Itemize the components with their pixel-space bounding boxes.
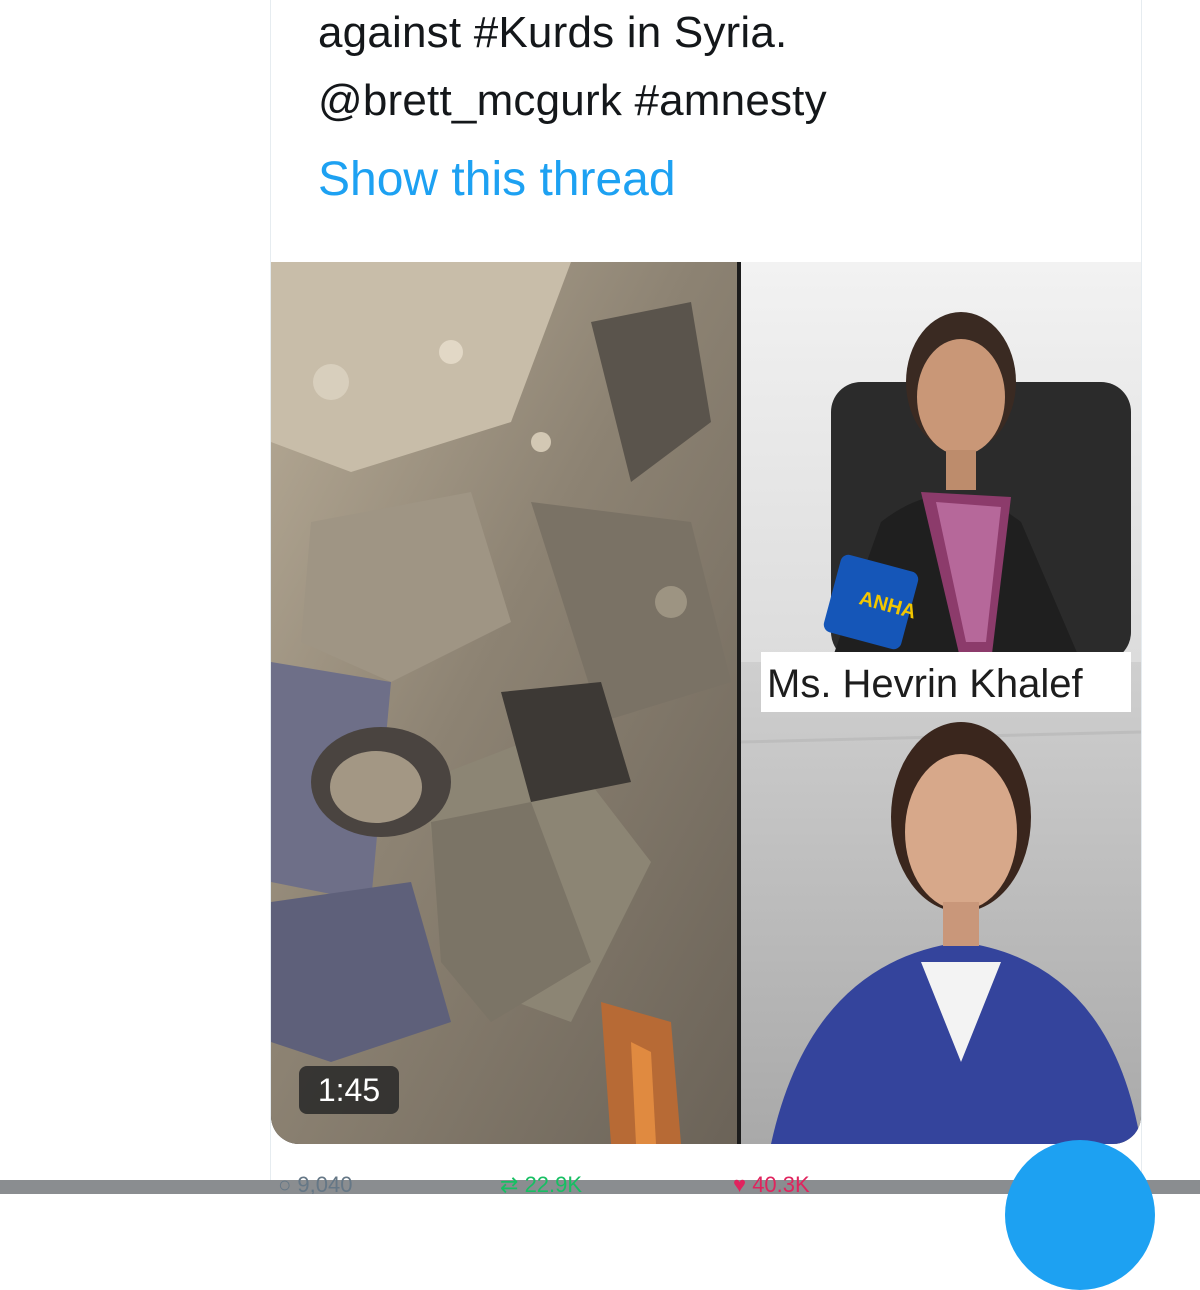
tweet-text-line-1: against #Kurds in Syria.	[318, 8, 788, 57]
video-duration-badge: 1:45	[299, 1066, 399, 1114]
retweet-button[interactable]: ⇄ 22.9K	[500, 1172, 582, 1194]
compose-tweet-button[interactable]	[1005, 1140, 1155, 1290]
reply-button[interactable]: ○ 9,040	[278, 1172, 352, 1194]
heart-icon: ♥	[733, 1172, 747, 1194]
reply-icon: ○	[278, 1172, 292, 1194]
reply-count: 9,040	[297, 1172, 353, 1194]
video-left-panel	[271, 262, 737, 1144]
like-button[interactable]: ♥ 40.3K	[733, 1172, 810, 1194]
video-right-top-photo: ANHA	[741, 262, 1141, 662]
retweet-count: 22.9K	[524, 1172, 583, 1194]
like-count: 40.3K	[752, 1172, 810, 1194]
show-thread-link[interactable]: Show this thread	[318, 152, 676, 207]
video-right-bottom-photo	[740, 662, 1141, 1144]
tweet-video[interactable]: ANHA Ms. Hevrin Khalef	[271, 262, 1141, 1144]
tweet-text-line-2: @brett_mcgurk #amnesty	[318, 76, 827, 125]
video-caption: Ms. Hevrin Khalef	[767, 662, 1084, 706]
retweet-icon: ⇄	[500, 1172, 519, 1194]
